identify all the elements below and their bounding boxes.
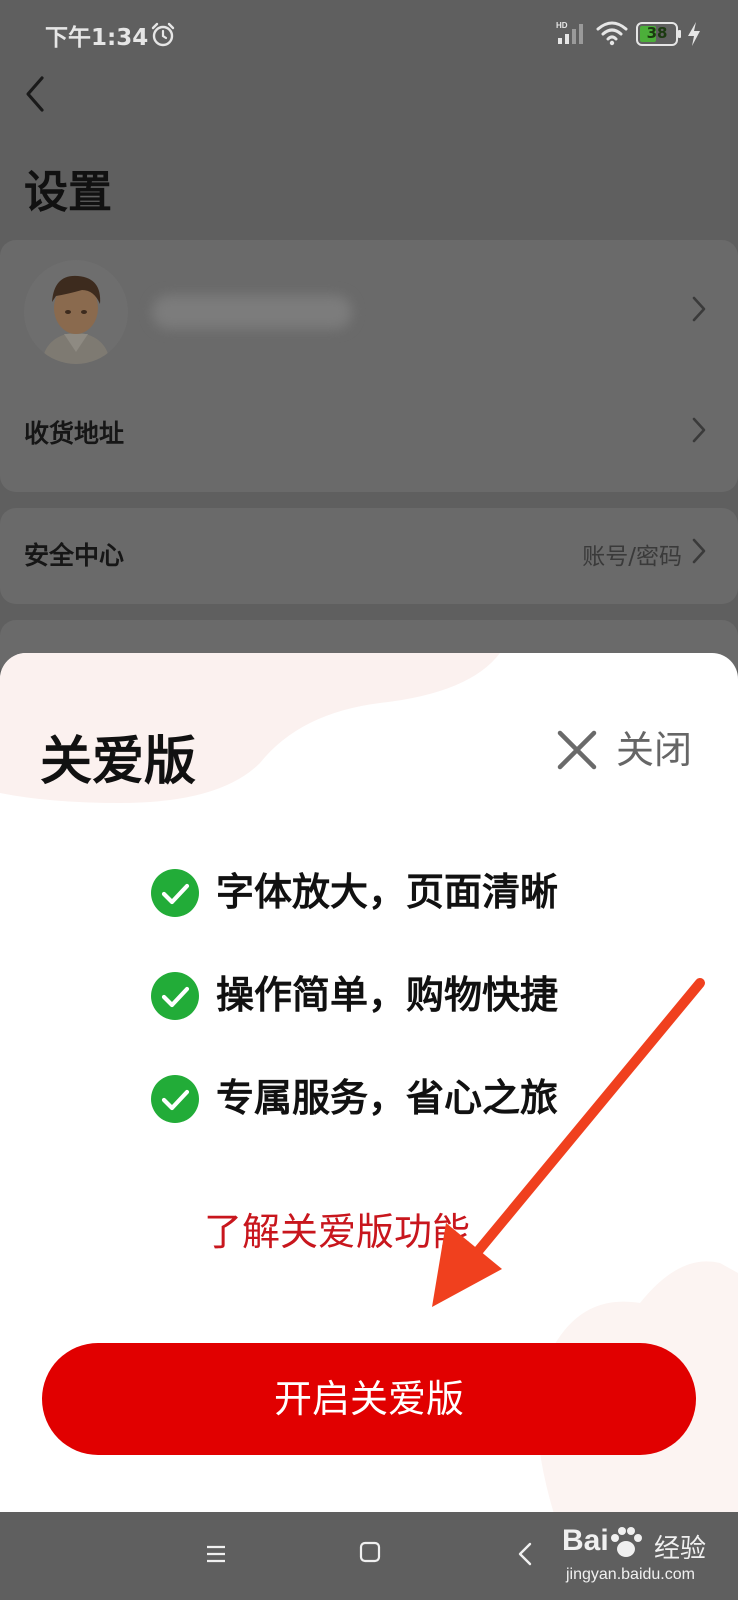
chevron-right-icon[interactable] (690, 294, 708, 324)
close-button[interactable]: 关闭 (552, 723, 712, 779)
address-row-label[interactable]: 收货地址 (24, 414, 124, 450)
user-name-blurred (152, 295, 352, 329)
battery-level: 38 (646, 24, 668, 42)
enable-care-mode-button[interactable]: 开启关爱版 (42, 1343, 696, 1455)
check-circle-icon (151, 1075, 199, 1123)
page-title: 设置 (24, 167, 112, 218)
chevron-right-icon[interactable] (690, 415, 708, 445)
baidu-jingyan-watermark: Bai 经验 jingyan.baidu.com (562, 1522, 732, 1596)
care-mode-sheet: 关爱版 关闭 字体放大，页面清晰 操作简单，购物快捷 专属服务，省心之旅 了解关… (0, 653, 738, 1513)
home-icon[interactable] (358, 1540, 382, 1564)
charging-icon (688, 22, 700, 46)
feature-text: 专属服务，省心之旅 (216, 1076, 559, 1120)
security-center-value: 账号/密码 (582, 544, 682, 570)
wifi-icon (596, 21, 628, 46)
check-circle-icon (151, 972, 199, 1020)
close-label[interactable]: 关闭 (616, 727, 692, 773)
chevron-right-icon[interactable] (690, 536, 708, 566)
feature-text: 操作简单，购物快捷 (216, 973, 559, 1017)
watermark-url: jingyan.baidu.com (566, 1566, 695, 1583)
check-circle-icon (151, 869, 199, 917)
status-bar: 下午1:34 HD 38 (0, 0, 738, 70)
status-time: 下午1:34 (45, 25, 149, 51)
menu-icon[interactable] (204, 1542, 228, 1566)
feature-text: 字体放大，页面清晰 (216, 870, 559, 914)
security-center-label[interactable]: 安全中心 (24, 536, 124, 572)
sheet-title: 关爱版 (40, 732, 197, 792)
nav-back-icon[interactable] (516, 1540, 534, 1568)
navigation-bar: Bai 经验 jingyan.baidu.com (0, 1512, 738, 1600)
close-icon[interactable] (556, 729, 598, 771)
svg-text:HD: HD (556, 21, 568, 30)
user-avatar-icon (24, 260, 128, 364)
back-icon[interactable] (20, 72, 50, 116)
watermark-logo-text: Bai (562, 1524, 609, 1557)
alarm-icon (151, 22, 175, 47)
learn-more-link[interactable]: 了解关爱版功能 (204, 1201, 470, 1256)
paw-icon (611, 1527, 642, 1557)
watermark-cn-text: 经验 (654, 1534, 707, 1564)
signal-icon: HD (556, 21, 583, 44)
avatar[interactable] (24, 260, 128, 364)
